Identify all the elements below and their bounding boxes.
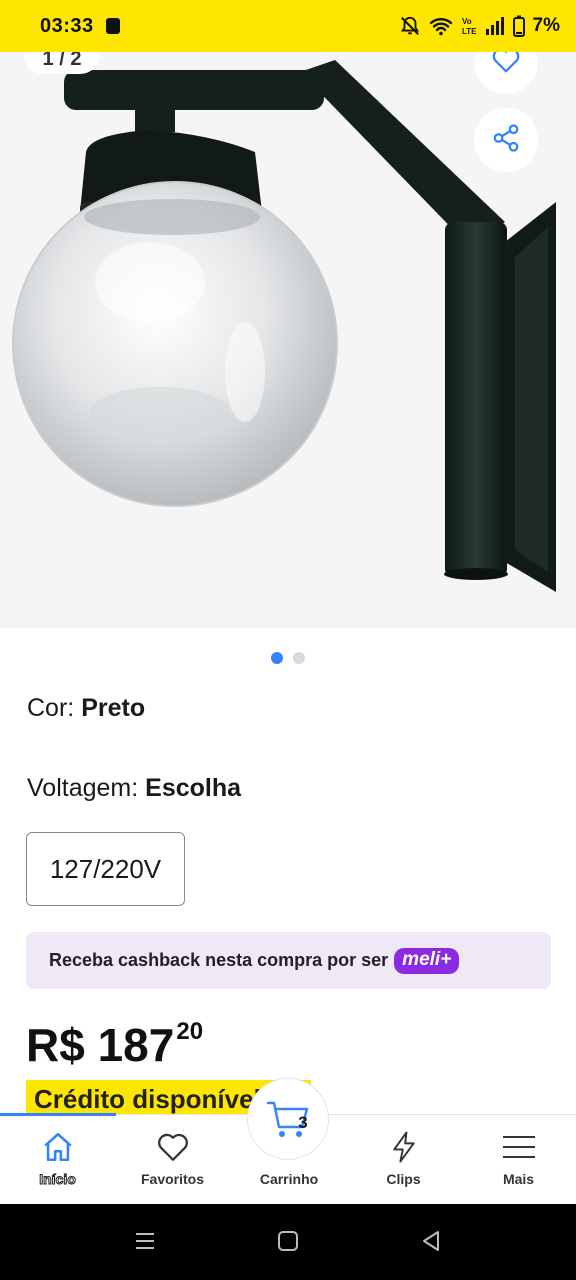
battery-percent: 7% bbox=[532, 15, 560, 36]
home-button-icon[interactable] bbox=[277, 1230, 299, 1257]
nav-item-inicio[interactable]: Início bbox=[0, 1115, 115, 1205]
cashback-banner[interactable]: Receba cashback nesta compra por ser mel… bbox=[26, 932, 551, 989]
nav-label-favoritos: Favoritos bbox=[140, 1171, 204, 1187]
color-attribute: Cor: Preto bbox=[27, 694, 145, 723]
share-button[interactable] bbox=[474, 108, 538, 172]
share-icon bbox=[491, 123, 521, 158]
image-page-indicator: 1 / 2 bbox=[24, 52, 100, 74]
cart-icon: 3 bbox=[264, 1095, 312, 1143]
cashback-text: Receba cashback nesta compra por ser bbox=[49, 950, 389, 970]
status-bar: 03:33 Vo LTE 7% bbox=[0, 0, 576, 52]
svg-text:Vo: Vo bbox=[462, 17, 472, 26]
recent-apps-icon[interactable] bbox=[134, 1230, 156, 1257]
nav-label-clips: Clips bbox=[386, 1171, 421, 1187]
home-icon bbox=[41, 1127, 75, 1167]
cart-count-badge: 3 bbox=[298, 1113, 308, 1132]
volte-icon: Vo LTE bbox=[461, 15, 477, 37]
meli-plus-badge: meli+ bbox=[394, 947, 460, 974]
price-integer: R$ 187 bbox=[26, 1019, 175, 1071]
nav-item-favoritos[interactable]: Favoritos bbox=[115, 1115, 230, 1205]
heart-icon bbox=[491, 52, 521, 79]
product-price: R$ 18720 bbox=[26, 1018, 203, 1072]
voltage-value: Escolha bbox=[145, 774, 242, 802]
back-icon[interactable] bbox=[420, 1230, 442, 1257]
cart-button[interactable]: 3 bbox=[247, 1078, 329, 1160]
signal-icon bbox=[485, 16, 505, 36]
status-icons: Vo LTE 7% bbox=[399, 15, 560, 37]
nav-item-clips[interactable]: Clips bbox=[346, 1115, 461, 1205]
svg-text:LTE: LTE bbox=[462, 27, 477, 36]
voltage-option-button[interactable]: 127/220V bbox=[26, 832, 185, 906]
android-navigation-bar bbox=[0, 1204, 576, 1280]
carousel-dots bbox=[0, 652, 576, 664]
lightning-icon bbox=[389, 1127, 419, 1167]
battery-icon bbox=[512, 15, 525, 37]
product-image-gallery[interactable]: 1 / 2 bbox=[0, 52, 576, 628]
menu-icon bbox=[501, 1127, 537, 1167]
notification-icon bbox=[105, 18, 120, 34]
carousel-dot-active[interactable] bbox=[271, 652, 283, 664]
wifi-icon bbox=[429, 16, 453, 36]
nav-label-mais: Mais bbox=[502, 1171, 535, 1187]
nav-label-carrinho: Carrinho bbox=[259, 1171, 319, 1187]
color-label: Cor: bbox=[27, 694, 75, 722]
mute-icon bbox=[399, 15, 421, 37]
color-value: Preto bbox=[81, 694, 146, 722]
status-time: 03:33 bbox=[40, 14, 94, 37]
price-cents: 20 bbox=[176, 1018, 204, 1045]
carousel-dot[interactable] bbox=[293, 652, 305, 664]
heart-icon bbox=[156, 1127, 190, 1167]
voltage-label: Voltagem: bbox=[27, 774, 139, 802]
nav-label-inicio: Início bbox=[39, 1171, 77, 1188]
voltage-attribute: Voltagem: Escolha bbox=[27, 774, 241, 803]
nav-item-mais[interactable]: Mais bbox=[461, 1115, 576, 1205]
